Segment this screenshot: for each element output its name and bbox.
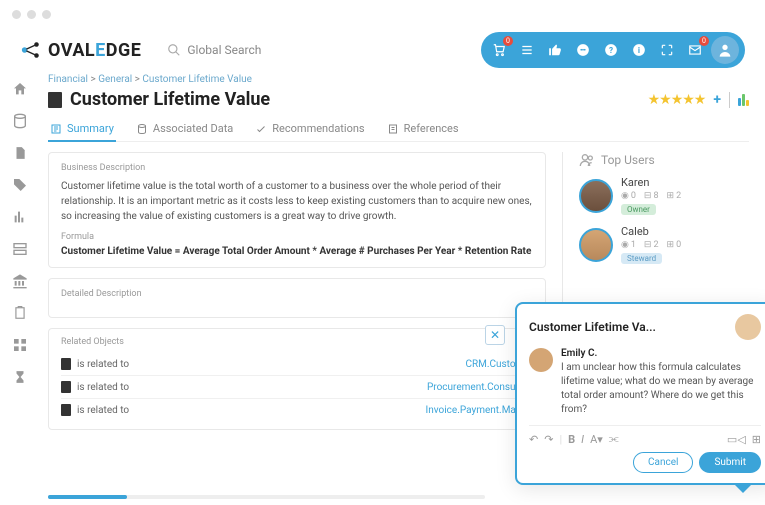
- clipboard-icon[interactable]: [11, 304, 29, 322]
- user-avatar: [579, 228, 613, 262]
- svg-text:?: ?: [609, 45, 613, 55]
- traffic-light-dot: [42, 10, 51, 19]
- business-description-card: Business Description Customer lifetime v…: [48, 152, 546, 268]
- object-icon: [61, 404, 71, 416]
- role-badge: Owner: [621, 204, 656, 215]
- expand-icon[interactable]: [655, 38, 679, 62]
- chart-icon[interactable]: [11, 208, 29, 226]
- progress-bar: [48, 495, 485, 499]
- role-badge: Steward: [621, 253, 662, 264]
- term-icon: [48, 92, 62, 108]
- comment-popup: Customer Lifetime Va... Emily C. I am un…: [515, 302, 765, 485]
- related-row[interactable]: is related to Procurement.Consumer: [61, 376, 533, 399]
- traffic-light-dot: [27, 10, 36, 19]
- font-size-icon[interactable]: A▾: [590, 433, 603, 446]
- info-icon[interactable]: i: [627, 38, 651, 62]
- divider: [729, 92, 730, 108]
- server-icon[interactable]: [11, 240, 29, 258]
- home-icon[interactable]: [11, 80, 29, 98]
- comment-message: I am unclear how this formula calculates…: [561, 361, 761, 417]
- document-icon[interactable]: [11, 144, 29, 162]
- popup-avatar: [735, 314, 761, 340]
- rating-stars[interactable]: ★★★★★: [648, 92, 706, 108]
- tag-icon[interactable]: [11, 176, 29, 194]
- users-icon: [579, 152, 595, 168]
- progress-fill: [48, 495, 127, 499]
- data-icon: [136, 123, 148, 135]
- topbar: OVALEDGE Global Search 0 ? i 0: [0, 28, 765, 72]
- top-user[interactable]: Caleb ◉ 1 ⊟ 2 ⊞ 0 Steward: [579, 225, 749, 264]
- cart-icon[interactable]: 0: [487, 38, 511, 62]
- related-row[interactable]: is related to Invoice.Payment.Master: [61, 399, 533, 421]
- window-titlebar: [0, 0, 765, 28]
- topbar-actions: 0 ? i 0: [481, 32, 745, 68]
- related-row[interactable]: is related to CRM.Customer: [61, 353, 533, 376]
- check-icon: [255, 123, 267, 135]
- tab-recommendations[interactable]: Recommendations: [253, 118, 366, 141]
- global-search[interactable]: Global Search: [157, 37, 337, 63]
- user-avatar[interactable]: [711, 36, 739, 64]
- search-icon: [167, 43, 181, 57]
- comment-author: Emily C.: [561, 348, 761, 359]
- cancel-button[interactable]: Cancel: [633, 452, 693, 473]
- grid-icon[interactable]: [11, 336, 29, 354]
- top-user[interactable]: Karen ◉ 0 ⊟ 8 ⊞ 2 Owner: [579, 176, 749, 215]
- object-icon: [61, 381, 71, 393]
- traffic-light-dot: [12, 10, 21, 19]
- references-icon: [387, 123, 399, 135]
- page-title: Customer Lifetime Value: [70, 89, 270, 110]
- attachment-icon[interactable]: ⫘: [609, 432, 619, 446]
- italic-icon[interactable]: I: [581, 433, 584, 446]
- tabs: Summary Associated Data Recommendations …: [48, 118, 749, 142]
- database-icon[interactable]: [11, 112, 29, 130]
- thumbs-up-icon[interactable]: [543, 38, 567, 62]
- analytics-icon[interactable]: [738, 94, 749, 106]
- related-objects-card: Related Objects is related to CRM.Custom…: [48, 328, 546, 430]
- tab-summary[interactable]: Summary: [48, 118, 116, 141]
- summary-icon: [50, 123, 62, 135]
- business-description-text: Customer lifetime value is the total wor…: [61, 179, 533, 224]
- mail-icon[interactable]: 0: [683, 38, 707, 62]
- undo-icon[interactable]: ↶: [529, 433, 538, 446]
- editor-toolbar: ↶ ↷ | B I A▾ ⫘ ▭◁ ⊞: [529, 425, 761, 446]
- add-button[interactable]: +: [713, 92, 721, 108]
- object-icon: [61, 358, 71, 370]
- tab-references[interactable]: References: [385, 118, 461, 141]
- comment-avatar: [529, 348, 553, 372]
- formula-text: Customer Lifetime Value = Average Total …: [61, 246, 531, 257]
- video-icon[interactable]: ▭◁: [727, 433, 746, 446]
- help-icon[interactable]: ?: [599, 38, 623, 62]
- message-icon[interactable]: [571, 38, 595, 62]
- institution-icon[interactable]: [11, 272, 29, 290]
- search-placeholder: Global Search: [187, 43, 261, 57]
- list-icon[interactable]: [515, 38, 539, 62]
- close-button[interactable]: ✕: [485, 325, 505, 345]
- submit-button[interactable]: Submit: [699, 452, 761, 473]
- tab-associated-data[interactable]: Associated Data: [134, 118, 235, 141]
- sidebar: [0, 72, 40, 505]
- logo: OVALEDGE: [20, 39, 141, 61]
- breadcrumb[interactable]: Financial > General > Customer Lifetime …: [48, 74, 749, 85]
- detailed-description-card: Detailed Description: [48, 278, 546, 318]
- logo-icon: [20, 39, 42, 61]
- user-avatar: [579, 179, 613, 213]
- redo-icon[interactable]: ↷: [544, 433, 553, 446]
- popup-title: Customer Lifetime Va...: [529, 320, 727, 334]
- bold-icon[interactable]: B: [568, 433, 575, 446]
- svg-text:i: i: [638, 45, 640, 55]
- hourglass-icon[interactable]: [11, 368, 29, 386]
- top-users-heading: Top Users: [579, 152, 749, 168]
- grid-icon[interactable]: ⊞: [752, 433, 761, 446]
